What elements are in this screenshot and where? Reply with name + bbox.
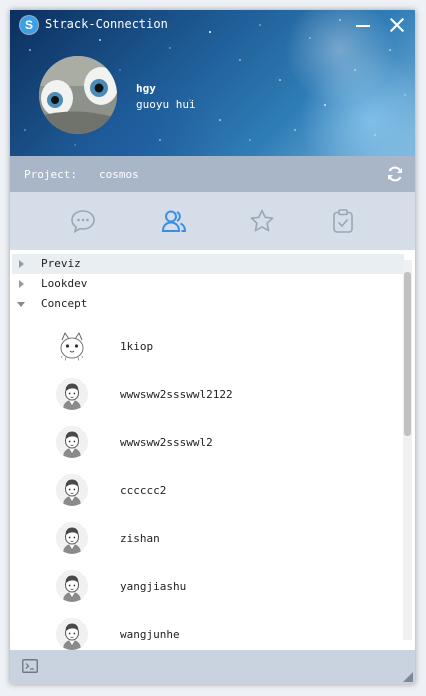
member-name: wwwsww2ssswwl2 (120, 436, 213, 449)
default-avatar-icon (56, 522, 88, 554)
chat-bubble-icon (71, 210, 95, 234)
star-icon (250, 209, 274, 232)
avatar (56, 618, 88, 650)
member-name: yangjiashu (120, 580, 187, 593)
default-avatar-icon (56, 426, 88, 458)
project-name[interactable]: cosmos (99, 168, 139, 181)
clipboard-check-icon (333, 209, 353, 233)
list-item[interactable]: wwwsww2ssswwl2122 (10, 372, 402, 420)
expand-arrow-icon[interactable] (19, 280, 24, 288)
member-name: 1kiop (120, 340, 154, 353)
avatar (56, 570, 88, 602)
user-full-name: guoyu hui (136, 98, 196, 111)
group-label: Lookdev (41, 277, 88, 290)
member-name: wwwsww2ssswwl2122 (120, 388, 233, 401)
collapse-arrow-icon[interactable] (17, 302, 25, 307)
avatar (56, 426, 88, 458)
tab-favorites[interactable] (249, 208, 275, 234)
cat-sketch-avatar-icon (59, 331, 85, 362)
tree-group-concept[interactable]: Concept (12, 294, 404, 314)
project-bar: Project: cosmos (10, 156, 415, 192)
close-button[interactable] (386, 14, 408, 36)
avatar (56, 330, 88, 362)
list-item[interactable]: zishan (10, 516, 402, 564)
tab-chat[interactable] (70, 208, 96, 234)
app-title: Strack-Connection (45, 17, 168, 31)
resize-grip-icon[interactable] (403, 672, 413, 682)
member-name: zishan (120, 532, 160, 545)
refresh-icon[interactable] (386, 165, 404, 183)
tree-group-previz[interactable]: Previz (12, 254, 404, 274)
group-label: Previz (41, 257, 81, 270)
vertical-scrollbar[interactable] (403, 260, 412, 640)
profile-header: S Strack-Connection hgy guoyu hui (10, 10, 415, 156)
tab-users[interactable] (161, 208, 187, 234)
default-avatar-icon (56, 618, 88, 650)
scrollbar-thumb[interactable] (404, 272, 411, 436)
avatar (56, 474, 88, 506)
list-item[interactable]: yangjiashu (10, 564, 402, 612)
default-avatar-icon (56, 378, 88, 410)
default-avatar-icon (56, 570, 88, 602)
member-tree: Previz Lookdev Concept 1kiop wwwsww2sssw… (10, 250, 415, 650)
app-window: S Strack-Connection hgy guoyu hui Projec… (10, 10, 415, 684)
footer-bar (10, 650, 415, 684)
member-name: cccccc2 (120, 484, 167, 497)
member-name: wangjunhe (120, 628, 180, 641)
default-avatar-icon (56, 474, 88, 506)
expand-arrow-icon[interactable] (19, 260, 24, 268)
users-icon (161, 210, 187, 232)
avatar (56, 522, 88, 554)
tab-bar (10, 192, 415, 250)
avatar (56, 378, 88, 410)
owl-eyes-avatar-icon (39, 56, 117, 134)
list-item[interactable]: 1kiop (10, 324, 402, 372)
list-item[interactable]: wangjunhe (10, 612, 402, 650)
project-label: Project: (24, 168, 77, 181)
group-label: Concept (41, 297, 88, 310)
app-logo-icon: S (20, 16, 38, 34)
tab-tasks[interactable] (330, 208, 356, 234)
list-item[interactable]: cccccc2 (10, 468, 402, 516)
terminal-icon[interactable] (22, 659, 38, 673)
username: hgy (136, 82, 156, 95)
user-avatar[interactable] (39, 56, 117, 134)
minimize-button[interactable] (352, 14, 374, 36)
tree-group-lookdev[interactable]: Lookdev (12, 274, 404, 294)
list-item[interactable]: wwwsww2ssswwl2 (10, 420, 402, 468)
